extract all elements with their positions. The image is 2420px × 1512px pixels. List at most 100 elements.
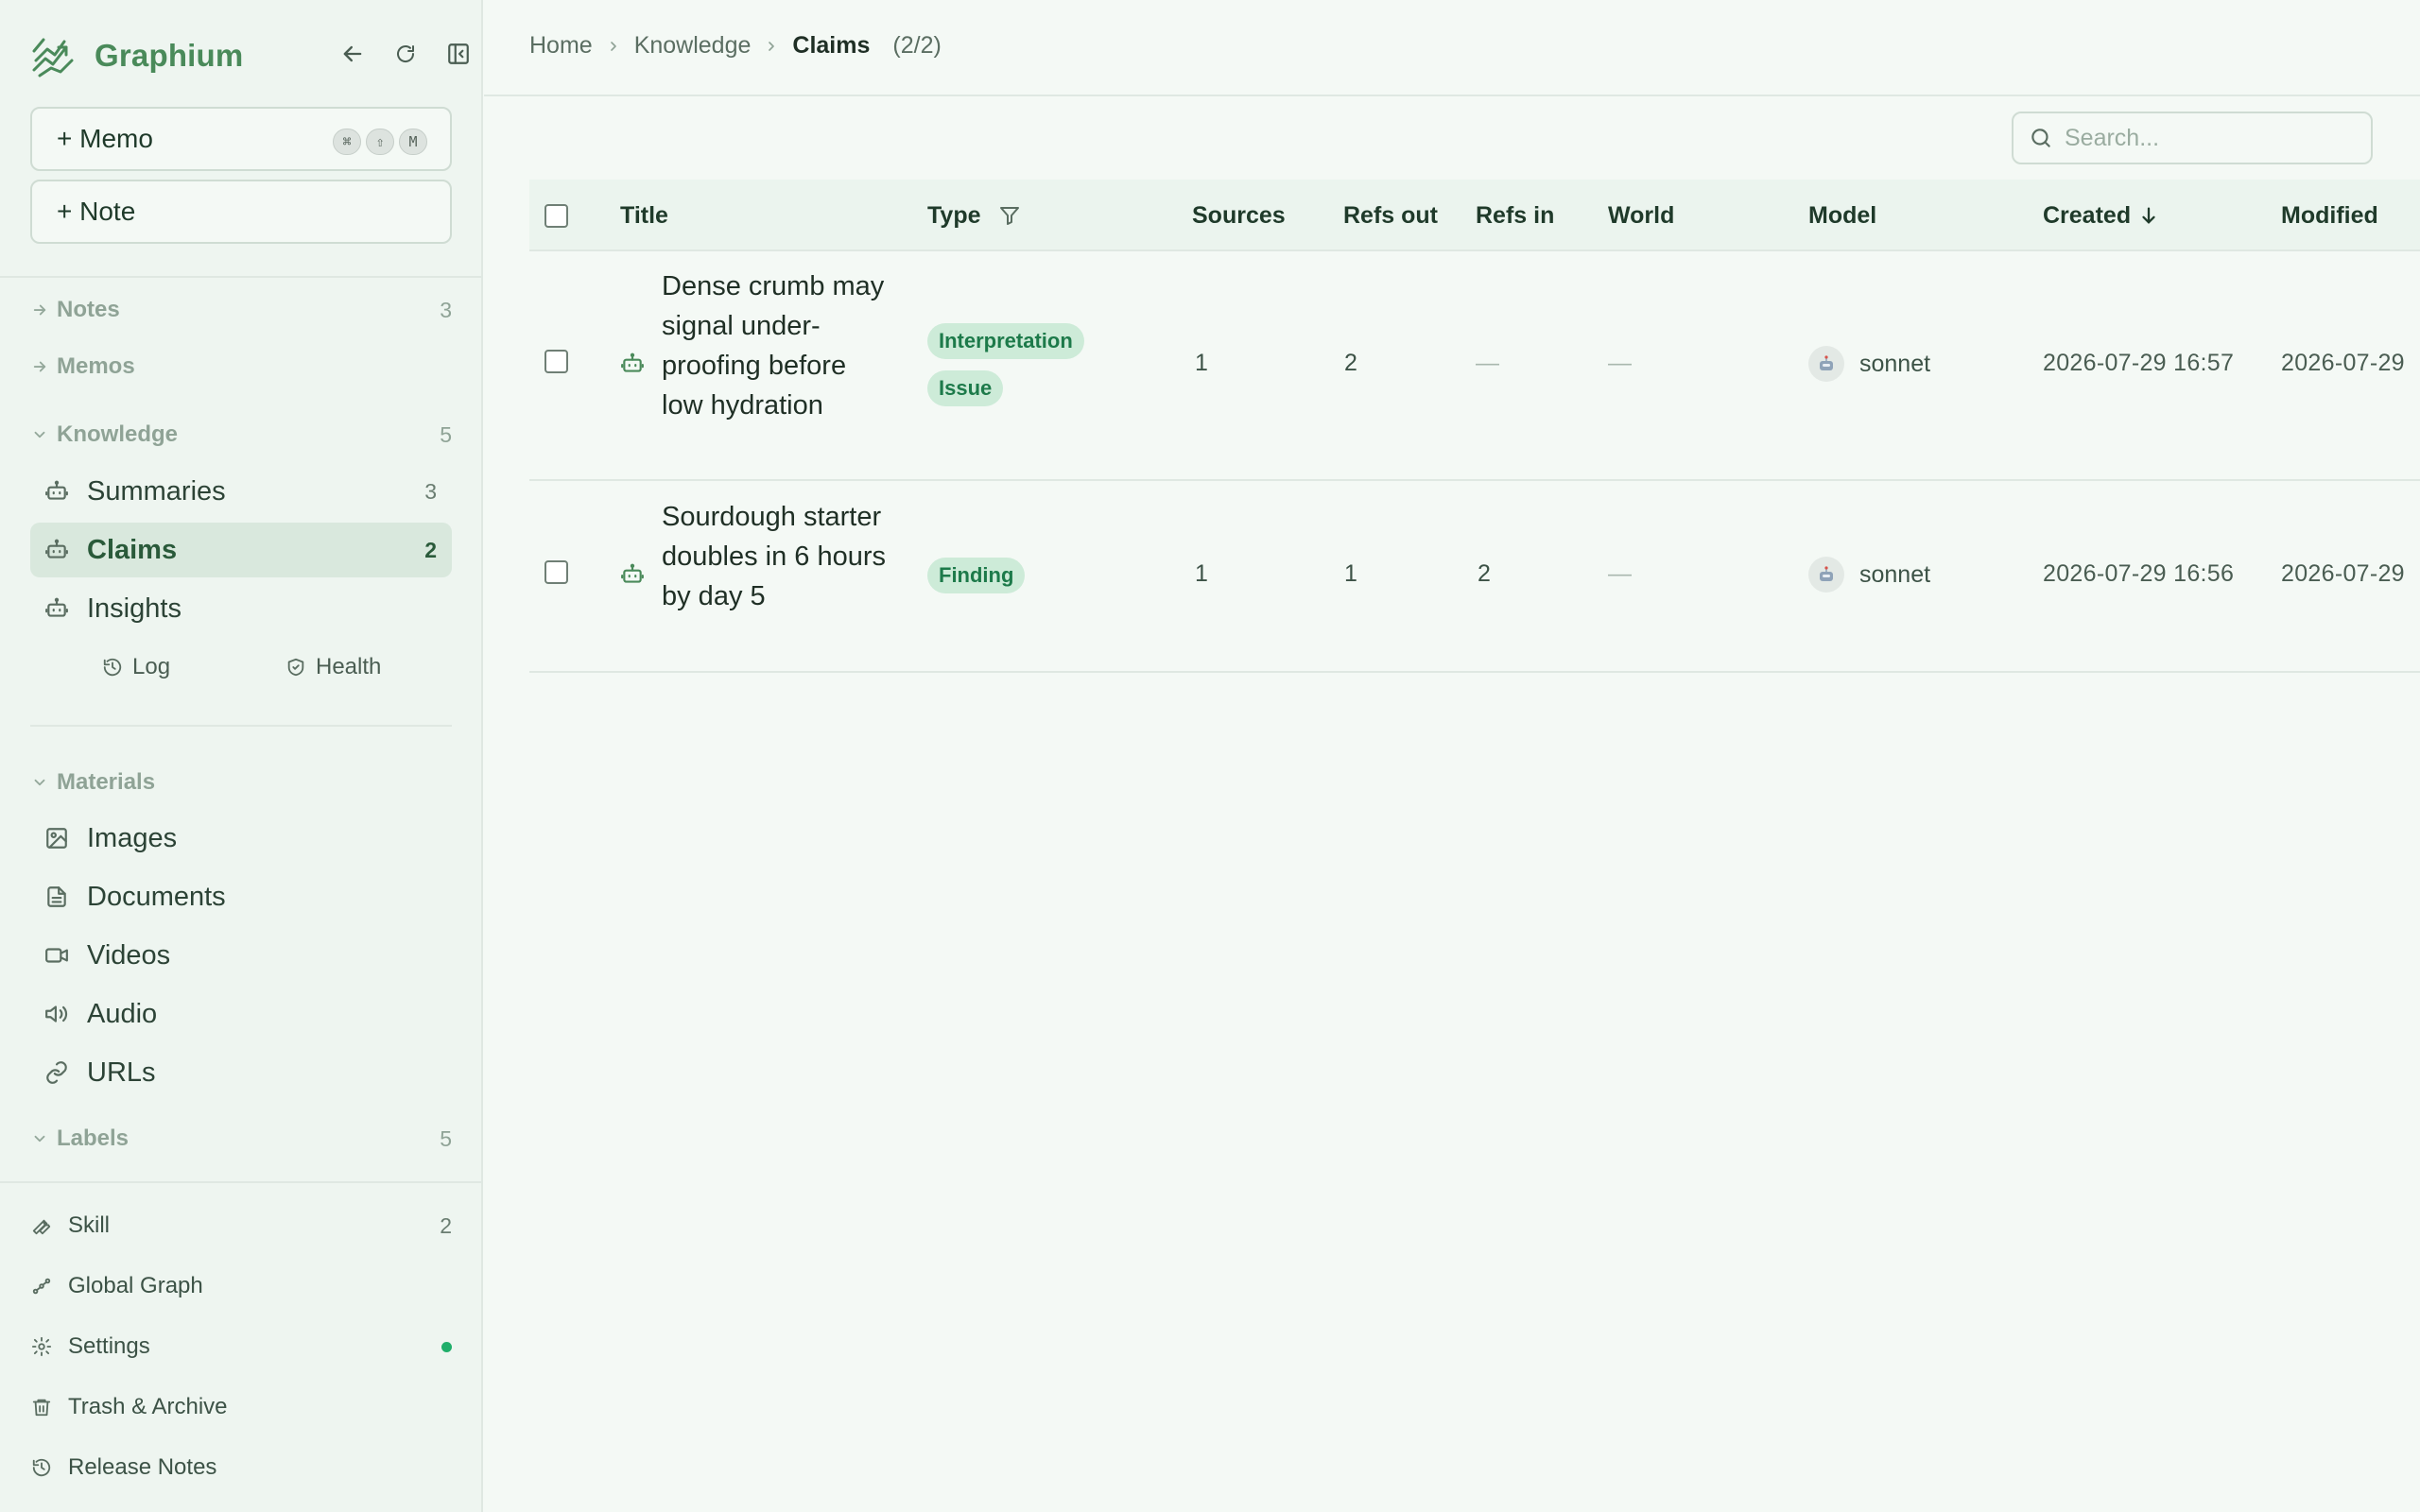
modified-value: 2026-07-29: [2281, 560, 2405, 587]
row-checkbox[interactable]: [544, 560, 568, 584]
column-modified[interactable]: Modified: [2281, 180, 2378, 251]
column-type-label: Type: [927, 201, 981, 229]
health-link[interactable]: Health: [285, 654, 381, 680]
skill-label: Skill: [68, 1212, 111, 1238]
arrow-right-icon: [30, 357, 49, 376]
column-model[interactable]: Model: [1808, 180, 1876, 251]
sidebar-item-skill[interactable]: Skill 2: [30, 1205, 452, 1246]
search-icon: [2029, 126, 2053, 150]
refs-in-value: 2: [1478, 560, 1491, 587]
sidebar-item-images[interactable]: Images: [30, 811, 452, 866]
section-labels[interactable]: Labels 5: [30, 1120, 452, 1158]
sidebar-item-label: URLs: [87, 1057, 156, 1088]
sidebar-item-urls[interactable]: URLs: [30, 1045, 452, 1100]
breadcrumb: Home Knowledge Claims (2/2): [529, 32, 942, 60]
column-created-label: Created: [2043, 201, 2132, 229]
row-refs-out-cell: 2: [1344, 350, 1357, 377]
type-tag: Finding: [927, 558, 1026, 593]
breadcrumb-knowledge[interactable]: Knowledge: [634, 32, 752, 60]
column-world[interactable]: World: [1608, 180, 1674, 251]
section-knowledge[interactable]: Knowledge 5: [30, 416, 452, 454]
row-model-cell: sonnet: [1808, 557, 1930, 593]
row-select-cell: [544, 350, 568, 373]
video-icon: [43, 942, 70, 969]
row-title[interactable]: Dense crumb may signal under-proofing be…: [662, 266, 889, 425]
new-note-button[interactable]: + Note: [30, 180, 452, 244]
new-memo-label: + Memo: [57, 124, 153, 153]
search-input[interactable]: [2065, 124, 2348, 152]
sidebar-footer-divider: [0, 1181, 483, 1183]
sidebar-item-insights[interactable]: Insights: [30, 581, 452, 636]
world-value: —: [1608, 350, 1632, 376]
sidebar-item-global-graph[interactable]: Global Graph: [30, 1265, 452, 1307]
breadcrumb-current: Claims: [792, 32, 871, 59]
row-world-cell: —: [1608, 560, 1632, 588]
sources-value: 1: [1195, 350, 1208, 376]
brand[interactable]: Graphium: [30, 32, 243, 79]
skill-count: 2: [440, 1212, 452, 1238]
section-memos-label: Memos: [57, 353, 135, 379]
sidebar-item-settings[interactable]: Settings: [30, 1326, 452, 1367]
row-sources-cell: 1: [1195, 560, 1208, 588]
select-all-checkbox[interactable]: [544, 203, 568, 228]
new-memo-button[interactable]: + Memo ⌘ ⇧ M: [30, 107, 452, 171]
robot-icon: [43, 537, 70, 563]
breadcrumb-home[interactable]: Home: [529, 32, 593, 60]
sidebar-item-documents[interactable]: Documents: [30, 869, 452, 924]
chevron-down-icon: [30, 1129, 49, 1148]
sidebar-item-claims[interactable]: Claims 2: [30, 523, 452, 577]
table-row[interactable]: Sourdough starter doubles in 6 hours by …: [529, 481, 2420, 673]
collapse-sidebar-icon[interactable]: [442, 38, 475, 70]
column-refs-in[interactable]: Refs in: [1476, 180, 1554, 251]
column-title[interactable]: Title: [620, 180, 668, 251]
sidebar-item-videos[interactable]: Videos: [30, 928, 452, 983]
section-materials[interactable]: Materials: [30, 764, 452, 801]
column-refs-out[interactable]: Refs out: [1343, 180, 1438, 251]
column-world-label: World: [1608, 201, 1675, 229]
shortcut-key-shift: ⇧: [366, 129, 394, 155]
sidebar-divider: [0, 276, 483, 278]
log-link[interactable]: Log: [102, 654, 170, 680]
column-sources[interactable]: Sources: [1192, 180, 1286, 251]
row-model-cell: sonnet: [1808, 346, 1930, 382]
row-created-cell: 2026-07-29 16:57: [2043, 350, 2234, 377]
refs-out-value: 1: [1344, 560, 1357, 587]
search-field[interactable]: [2012, 112, 2373, 164]
sidebar: Graphium + Memo ⌘ ⇧ M + Note Notes 3 Mem…: [0, 0, 483, 1512]
row-checkbox[interactable]: [544, 350, 568, 373]
robot-icon: [43, 478, 70, 505]
sidebar-item-audio[interactable]: Audio: [30, 987, 452, 1041]
result-count: (2/2): [892, 32, 942, 59]
sidebar-item-label: Images: [87, 822, 178, 853]
row-title-cell: Sourdough starter doubles in 6 hours by …: [662, 497, 889, 616]
table-row[interactable]: Dense crumb may signal under-proofing be…: [529, 251, 2420, 481]
header-divider: [484, 94, 2420, 96]
type-tag: Interpretation: [927, 323, 1084, 359]
section-memos[interactable]: Memos: [30, 348, 452, 386]
sidebar-item-count: 2: [424, 537, 437, 562]
sidebar-item-release-notes[interactable]: Release Notes: [30, 1447, 452, 1488]
settings-label: Settings: [68, 1333, 150, 1359]
chevron-right-icon: [606, 39, 621, 54]
row-title[interactable]: Sourdough starter doubles in 6 hours by …: [662, 497, 889, 616]
sidebar-item-summaries[interactable]: Summaries 3: [30, 464, 452, 519]
back-arrow-icon[interactable]: [337, 38, 369, 70]
column-sources-label: Sources: [1192, 201, 1286, 229]
sidebar-item-trash[interactable]: Trash & Archive: [30, 1386, 452, 1428]
graph-icon: [30, 1275, 53, 1297]
row-refs-out-cell: 1: [1344, 560, 1357, 588]
refs-out-value: 2: [1344, 350, 1357, 376]
refresh-icon[interactable]: [389, 38, 422, 70]
history-icon: [102, 657, 123, 678]
section-knowledge-label: Knowledge: [57, 421, 179, 447]
column-type[interactable]: Type: [927, 180, 1021, 251]
log-label: Log: [132, 654, 171, 679]
settings-status-dot: [441, 1341, 452, 1352]
release-notes-label: Release Notes: [68, 1454, 217, 1480]
row-type-cell: Finding: [927, 558, 1026, 593]
filter-icon[interactable]: [998, 204, 1021, 227]
section-notes[interactable]: Notes 3: [30, 291, 452, 329]
column-created[interactable]: Created: [2043, 180, 2159, 251]
chevron-down-icon: [30, 773, 49, 792]
sources-value: 1: [1195, 560, 1208, 587]
